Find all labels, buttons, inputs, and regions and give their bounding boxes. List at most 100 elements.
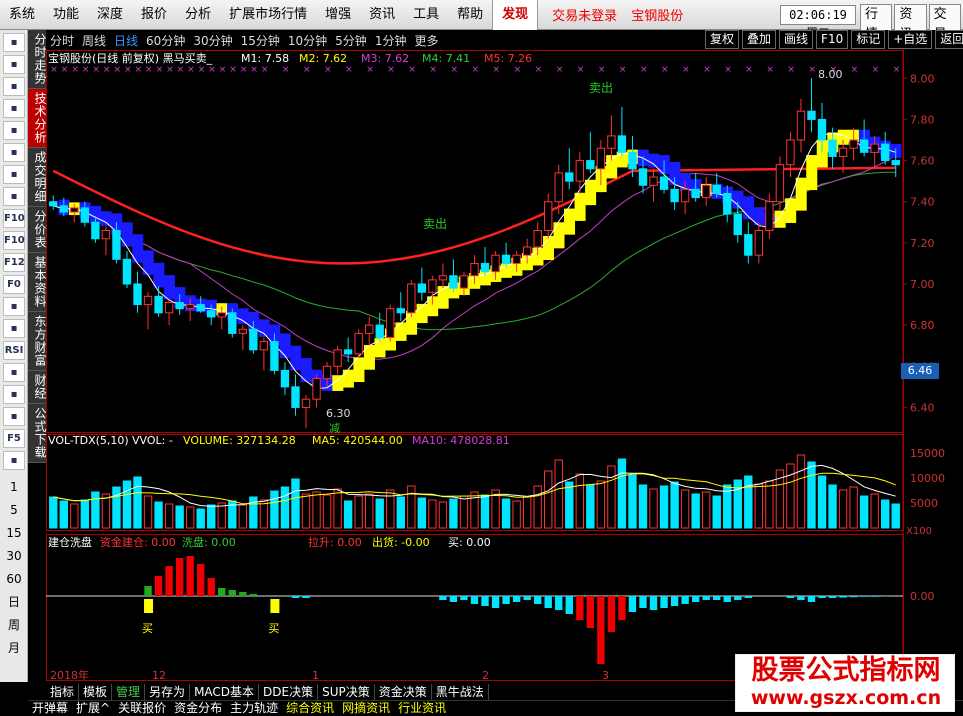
line-chart-icon[interactable]: ▪ — [3, 143, 25, 162]
pencil-icon[interactable]: ▪ — [3, 407, 25, 426]
bottom-tab-8[interactable]: 黑牛战法 — [432, 684, 489, 700]
login-status[interactable]: 交易未登录 — [552, 5, 617, 24]
status-item-1[interactable]: 扩展^ — [72, 701, 114, 716]
period-shortcut-5[interactable]: 日 — [0, 591, 28, 614]
volume-bar — [49, 496, 58, 529]
f10-icon[interactable]: F10 — [3, 209, 25, 228]
period-6[interactable]: 10分钟 — [284, 32, 331, 49]
candle-body — [775, 164, 785, 203]
vtab-6[interactable]: 财经 — [28, 371, 47, 404]
move-icon[interactable]: ▪ — [3, 385, 25, 404]
period-7[interactable]: 5分钟 — [331, 32, 371, 49]
chart-button-0[interactable]: 复权 — [705, 30, 740, 49]
status-item-0[interactable]: 开弹幕 — [28, 701, 72, 716]
volume-bar — [533, 485, 542, 529]
vtab-5[interactable]: 东方财富 — [28, 312, 47, 371]
period-3[interactable]: 60分钟 — [142, 32, 189, 49]
candle-body — [122, 258, 132, 285]
status-item-4[interactable]: 主力轨迹 — [226, 701, 282, 716]
back-icon[interactable]: ▪ — [3, 33, 25, 52]
bottom-tab-2[interactable]: 管理 — [112, 684, 146, 700]
status-item-6[interactable]: 网摘资讯 — [338, 701, 394, 716]
chart-area[interactable]: 8.007.807.607.407.207.006.806.606.40××××… — [46, 50, 963, 682]
bottom-tab-7[interactable]: 资金决策 — [375, 684, 432, 700]
chart-buttons: 复权 叠加 画线 F10 标记 +自选 返回 — [702, 30, 963, 49]
period-shortcuts: 1 5 15 30 60 日周月 — [0, 476, 27, 660]
f12-icon[interactable]: F12 — [3, 253, 25, 272]
candle-body — [407, 283, 416, 314]
fund-bar — [870, 596, 879, 597]
period-shortcut-3[interactable]: 30 — [0, 545, 28, 568]
menu-item-0[interactable]: 系统 — [0, 0, 44, 30]
menu-item-4[interactable]: 分析 — [176, 0, 220, 30]
bottom-tab-6[interactable]: SUP决策 — [318, 684, 375, 700]
period-2[interactable]: 日线 — [110, 32, 142, 49]
fund-bar — [449, 596, 458, 602]
refresh-icon[interactable]: ▪ — [3, 451, 25, 470]
bottom-tab-5[interactable]: DDE决策 — [259, 684, 319, 700]
period-5[interactable]: 15分钟 — [237, 32, 284, 49]
vtab-4[interactable]: 基本资料 — [28, 253, 47, 312]
wave-icon[interactable]: ▪ — [3, 319, 25, 338]
period-shortcut-2[interactable]: 15 — [0, 522, 28, 545]
up-icon[interactable]: ▪ — [3, 55, 25, 74]
period-9[interactable]: 更多 — [410, 32, 442, 49]
bottom-tab-1[interactable]: 模板 — [79, 684, 113, 700]
status-item-7[interactable]: 行业资讯 — [394, 701, 450, 716]
candle-body — [670, 188, 679, 203]
fog-icon[interactable]: F0 — [3, 275, 25, 294]
chart-button-2[interactable]: 画线 — [779, 30, 814, 49]
chart-button-3[interactable]: F10 — [816, 30, 849, 49]
grid-icon[interactable]: ▪ — [3, 121, 25, 140]
chart-button-5[interactable]: +自选 — [888, 30, 933, 49]
status-item-3[interactable]: 资金分布 — [170, 701, 226, 716]
vtab-7[interactable]: 公式下载 — [28, 404, 47, 463]
bottom-tab-0[interactable]: 指标 — [46, 684, 80, 700]
down-icon[interactable]: ▪ — [3, 77, 25, 96]
fund-bar — [502, 596, 510, 604]
chart-button-4[interactable]: 标记 — [851, 30, 886, 49]
vtab-1[interactable]: 技术分析 — [28, 89, 47, 148]
menu-item-6[interactable]: 增强 — [316, 0, 360, 30]
menu-item-9[interactable]: 帮助 — [448, 0, 492, 30]
period-0[interactable]: 分时 — [46, 32, 78, 49]
period-shortcut-1[interactable]: 5 — [0, 499, 28, 522]
bottom-tab-4[interactable]: MACD基本 — [190, 684, 260, 700]
f10b-icon[interactable]: F10 — [3, 231, 25, 250]
volume-bar — [554, 459, 563, 529]
rsi-icon[interactable]: RSI — [3, 341, 25, 360]
bottom-tab-3[interactable]: 另存为 — [145, 684, 191, 700]
vtab-2[interactable]: 成交明细 — [28, 148, 47, 207]
menu-item-7[interactable]: 资讯 — [360, 0, 404, 30]
candle-body — [680, 188, 690, 203]
chart-button-1[interactable]: 叠加 — [742, 30, 777, 49]
money-icon[interactable]: ▪ — [3, 363, 25, 382]
period-4[interactable]: 30分钟 — [189, 32, 236, 49]
menu-item-discover[interactable]: 发现 — [492, 0, 539, 30]
candle-icon[interactable]: ▪ — [3, 165, 25, 184]
period-shortcut-0[interactable]: 1 — [0, 476, 28, 499]
book-icon[interactable]: ▪ — [3, 99, 25, 118]
menu-item-3[interactable]: 报价 — [132, 0, 176, 30]
period-shortcut-4[interactable]: 60 — [0, 568, 28, 591]
chart-button-6[interactable]: 返回 — [935, 30, 963, 49]
menu-item-5[interactable]: 扩展市场行情 — [220, 0, 316, 30]
period-shortcut-6[interactable]: 周 — [0, 614, 28, 637]
bars-icon[interactable]: ▪ — [3, 297, 25, 316]
y-label-5: 7.00 — [910, 278, 935, 291]
menu-item-1[interactable]: 功能 — [44, 0, 88, 30]
period-8[interactable]: 1分钟 — [371, 32, 411, 49]
menu-item-2[interactable]: 深度 — [88, 0, 132, 30]
period-shortcut-7[interactable]: 月 — [0, 637, 28, 660]
menu-item-8[interactable]: 工具 — [404, 0, 448, 30]
table-icon[interactable]: ▪ — [3, 187, 25, 206]
status-item-5[interactable]: 综合资讯 — [282, 701, 338, 716]
vtab-0[interactable]: 分时走势 — [28, 30, 47, 89]
vtab-3[interactable]: 分价表 — [28, 207, 47, 253]
signal-marker: × — [472, 65, 480, 75]
volume-bar — [354, 495, 363, 529]
f5-icon[interactable]: F5 — [3, 429, 25, 448]
period-1[interactable]: 周线 — [78, 32, 110, 49]
volume-bar — [59, 500, 68, 529]
status-item-2[interactable]: 关联报价 — [114, 701, 170, 716]
